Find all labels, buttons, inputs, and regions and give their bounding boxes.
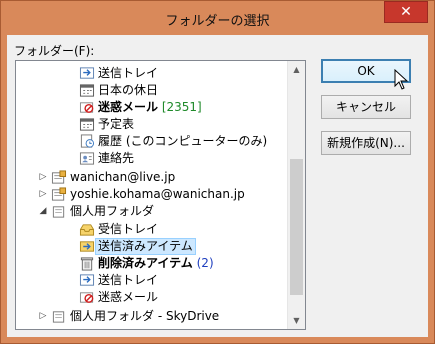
tree-item-label: 迷惑メール [98,290,159,304]
expand-arrow-icon[interactable]: ▷ [38,308,48,325]
tree-item-sent-items[interactable]: 送信済みアイテム [16,238,288,255]
tree-item-label: 受信トレイ [98,222,159,236]
expand-arrow-icon[interactable]: ▷ [38,169,48,186]
tree-item-inbox[interactable]: 受信トレイ [16,221,288,238]
tree-item-label: 迷惑メール [2351] [98,100,202,114]
new-folder-button[interactable]: 新規作成(N)... [321,131,411,155]
folder-list-label: フォルダー(F): [14,44,95,58]
tree-item-label: 送信トレイ [98,273,159,287]
cancel-button[interactable]: キャンセル [321,95,411,119]
vertical-scrollbar[interactable]: ▲ ▼ [287,61,305,329]
tree-item-history[interactable]: 履歴 (このコンピューターのみ) [16,133,288,150]
tree-item-outbox[interactable]: 送信トレイ [16,65,288,82]
unread-count-badge: [2351] [158,100,202,114]
calendar-icon [79,118,95,131]
tree-item-skydrive[interactable]: ▷ 個人用フォルダ - SkyDrive [16,308,288,325]
trash-icon [80,257,94,271]
account-icon [51,170,67,184]
tree-item-label: 予定表 [98,117,135,131]
tree-item-tasks[interactable]: 予定表 [16,116,288,133]
junk-mail-icon [79,292,94,303]
account-icon [51,187,67,201]
tree-item-japan-holidays[interactable]: 日本の休日 [16,82,288,99]
title-bar[interactable]: フォルダーの選択 ✕ [1,1,434,35]
tree-item-account-yoshie[interactable]: ▷ yoshie.kohama@wanichan.jp [16,186,288,203]
folder-select-dialog: フォルダーの選択 ✕ フォルダー(F): 送信トレイ 日本の休日 迷惑メール [23… [0,0,435,344]
junk-mail-icon [79,102,94,113]
history-icon [80,134,95,148]
tree-item-label: 日本の休日 [98,83,159,97]
contacts-icon [79,152,95,165]
tree-item-contacts[interactable]: 連絡先 [16,150,288,167]
inbox-icon [79,224,95,236]
outbox-icon [79,274,95,286]
folder-tree[interactable]: 送信トレイ 日本の休日 迷惑メール [2351] 予定表 履歴 (このコンピューターのみ… [15,60,306,330]
tree-item-label: 削除済みアイテム (2) [98,256,214,270]
tree-item-outbox-2[interactable]: 送信トレイ [16,272,288,289]
unread-count-badge: (2) [192,256,214,270]
scroll-thumb[interactable] [290,159,303,295]
pst-icon [52,311,65,323]
dialog-body: フォルダー(F): 送信トレイ 日本の休日 迷惑メール [2351] 予定表 履歴 (こ… [7,35,428,337]
pst-icon [52,206,65,218]
tree-item-junk-email-2[interactable]: 迷惑メール [16,289,288,306]
dialog-title: フォルダーの選択 [165,14,270,29]
tree-item-junk-email[interactable]: 迷惑メール [2351] [16,99,288,116]
tree-item-label: 連絡先 [98,151,135,165]
scroll-up-icon[interactable]: ▲ [288,61,305,78]
tree-item-label: yoshie.kohama@wanichan.jp [70,187,245,201]
tree-item-personal-folder[interactable]: ◢ 個人用フォルダ [16,203,288,220]
expand-arrow-icon[interactable]: ▷ [38,186,48,203]
tree-item-label: wanichan@live.jp [70,170,176,184]
outbox-icon [79,67,95,79]
tree-item-deleted-items[interactable]: 削除済みアイテム (2) [16,255,288,272]
collapse-arrow-icon[interactable]: ◢ [38,203,48,220]
sent-icon [79,241,95,252]
tree-item-label: 送信トレイ [98,66,159,80]
calendar-icon [79,84,95,97]
tree-item-label: 送信済みアイテム [95,238,196,255]
mouse-cursor-icon [394,69,409,90]
close-button[interactable]: ✕ [384,1,428,23]
tree-item-label: 個人用フォルダ - SkyDrive [70,309,220,323]
tree-item-label: 履歴 (このコンピューターのみ) [98,134,268,148]
tree-item-account-live[interactable]: ▷ wanichan@live.jp [16,169,288,186]
tree-item-label: 個人用フォルダ [70,204,155,218]
scroll-down-icon[interactable]: ▼ [288,312,305,329]
